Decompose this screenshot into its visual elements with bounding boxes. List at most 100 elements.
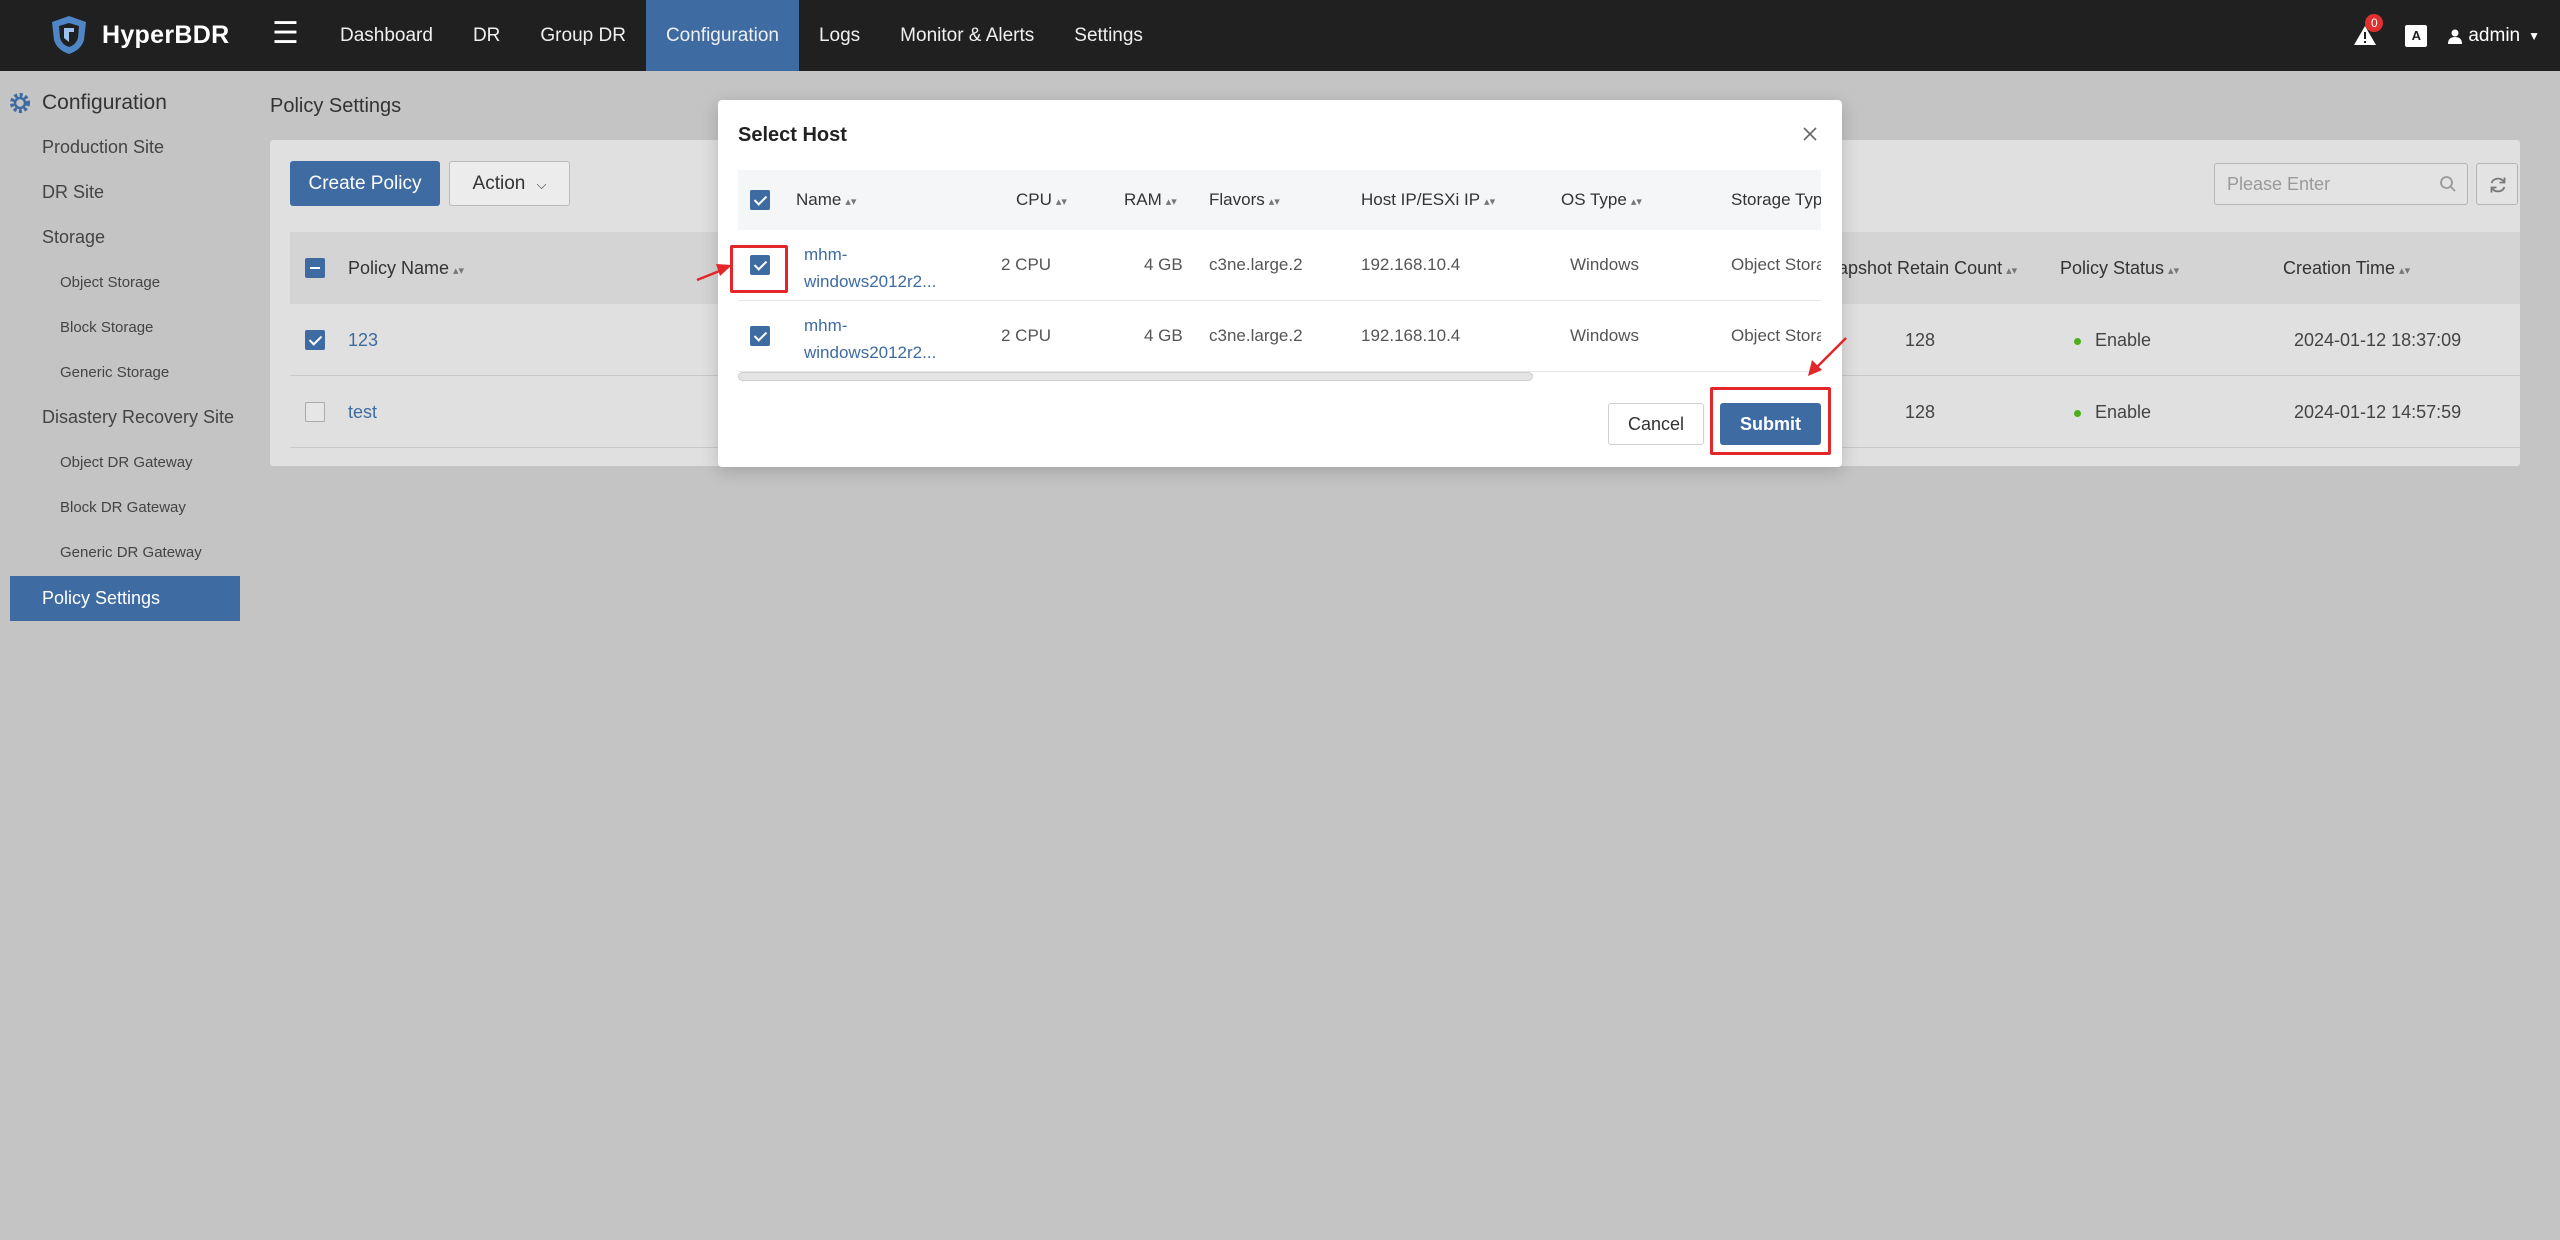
col-host-ip[interactable]: Host IP/ESXi IP ▴▾ bbox=[1361, 190, 1495, 210]
col-ram[interactable]: RAM ▴▾ bbox=[1124, 190, 1177, 210]
col-name[interactable]: Name ▴▾ bbox=[796, 190, 856, 210]
page-title: Policy Settings bbox=[270, 95, 402, 117]
sort-icon: ▴▾ bbox=[845, 196, 857, 208]
app-name: HyperBDR bbox=[102, 20, 230, 49]
sort-icon: ▴▾ bbox=[1268, 196, 1280, 208]
sort-icon: ▴▾ bbox=[2168, 265, 2180, 277]
app-logo[interactable]: HyperBDR bbox=[48, 14, 229, 56]
host-storage: Object Stora bbox=[1731, 326, 1821, 345]
create-policy-button[interactable]: Create Policy bbox=[290, 161, 440, 206]
user-name: admin bbox=[2468, 24, 2521, 46]
nav-dr[interactable]: DR bbox=[453, 0, 520, 71]
nav-settings[interactable]: Settings bbox=[1054, 0, 1163, 71]
sidebar-item-generic-dr-gateway[interactable]: Generic DR Gateway bbox=[60, 544, 202, 561]
hyperbdr-shield-icon bbox=[52, 16, 86, 54]
col-os-type[interactable]: OS Type ▴▾ bbox=[1561, 190, 1642, 210]
cancel-button[interactable]: Cancel bbox=[1608, 403, 1704, 445]
sidebar-item-production-site[interactable]: Production Site bbox=[42, 137, 164, 158]
alert-count-badge: 0 bbox=[2365, 13, 2384, 32]
host-flavor: c3ne.large.2 bbox=[1209, 255, 1303, 274]
sort-icon: ▴▾ bbox=[1630, 196, 1642, 208]
table-row[interactable]: mhm-windows2012r2... 2 CPU 4 GB c3ne.lar… bbox=[738, 301, 1821, 372]
refresh-button[interactable] bbox=[2476, 163, 2518, 205]
col-cpu[interactable]: CPU ▴▾ bbox=[1016, 190, 1067, 210]
policy-status: Enable bbox=[2074, 402, 2151, 423]
close-icon bbox=[1803, 127, 1817, 141]
chevron-down-icon: ▼ bbox=[2528, 28, 2540, 43]
sort-icon: ▴▾ bbox=[1484, 196, 1496, 208]
host-storage: Object Stora bbox=[1731, 255, 1821, 274]
dialog-title: Select Host bbox=[738, 124, 847, 146]
main-nav: Dashboard DR Group DR Configuration Logs… bbox=[320, 0, 1163, 71]
alert-button[interactable]: 0 bbox=[2353, 13, 2384, 48]
action-dropdown[interactable]: Action ⌵ bbox=[449, 161, 570, 206]
host-cpu: 2 CPU bbox=[1001, 255, 1052, 274]
host-name-link[interactable]: mhm-windows2012r2... bbox=[804, 241, 944, 295]
select-all-checkbox[interactable] bbox=[305, 258, 325, 278]
snapshot-retain-count: 128 bbox=[1905, 402, 1936, 422]
sort-icon: ▴▾ bbox=[2399, 265, 2411, 277]
table-row[interactable]: mhm-windows2012r2... 2 CPU 4 GB c3ne.lar… bbox=[738, 230, 1821, 301]
host-table[interactable]: Name ▴▾ CPU ▴▾ RAM ▴▾ Flavors ▴▾ Host IP/ESX… bbox=[738, 170, 1821, 382]
nav-group-dr[interactable]: Group DR bbox=[520, 0, 646, 71]
sort-icon: ▴▾ bbox=[1055, 196, 1067, 208]
row-checkbox[interactable] bbox=[305, 330, 325, 350]
status-dot bbox=[2074, 409, 2081, 417]
select-all-hosts-checkbox[interactable] bbox=[750, 190, 770, 210]
col-policy-name[interactable]: Policy Name ▴▾ bbox=[348, 258, 464, 279]
sidebar-header: Configuration bbox=[8, 91, 167, 115]
search-icon[interactable] bbox=[2439, 175, 2457, 193]
host-ip: 192.168.10.4 bbox=[1361, 255, 1461, 274]
gear-icon bbox=[10, 93, 30, 113]
host-ram: 4 GB bbox=[1144, 255, 1183, 274]
nav-monitor-alerts[interactable]: Monitor & Alerts bbox=[880, 0, 1054, 71]
col-policy-status[interactable]: Policy Status ▴▾ bbox=[2060, 258, 2179, 279]
host-os: Windows bbox=[1570, 255, 1639, 274]
snapshot-retain-count: 128 bbox=[1905, 330, 1936, 350]
col-flavors[interactable]: Flavors ▴▾ bbox=[1209, 190, 1280, 210]
policy-name-link[interactable]: 123 bbox=[348, 330, 378, 351]
host-row-checkbox[interactable] bbox=[750, 326, 770, 346]
host-table-header: Name ▴▾ CPU ▴▾ RAM ▴▾ Flavors ▴▾ Host IP/ESX… bbox=[738, 170, 1821, 230]
col-storage-type[interactable]: Storage Typ bbox=[1731, 190, 1821, 210]
sidebar-item-generic-storage[interactable]: Generic Storage bbox=[60, 364, 169, 381]
row-checkbox[interactable] bbox=[305, 402, 325, 422]
nav-configuration[interactable]: Configuration bbox=[645, 0, 799, 71]
nav-dashboard[interactable]: Dashboard bbox=[320, 0, 453, 71]
sidebar-item-object-dr-gateway[interactable]: Object DR Gateway bbox=[60, 454, 193, 471]
chevron-down-icon: ⌵ bbox=[536, 177, 547, 192]
sort-icon: ▴▾ bbox=[2006, 265, 2018, 277]
action-label: Action bbox=[472, 173, 526, 194]
search-input[interactable] bbox=[2215, 164, 2425, 204]
sidebar-item-block-dr-gateway[interactable]: Block DR Gateway bbox=[60, 499, 186, 516]
host-os: Windows bbox=[1570, 326, 1639, 345]
select-host-dialog: Select Host Name ▴▾ CPU ▴▾ RAM ▴▾ Flavors ▴▾… bbox=[718, 100, 1842, 467]
sidebar-item-dr-site[interactable]: DR Site bbox=[42, 182, 104, 203]
sidebar-item-block-storage[interactable]: Block Storage bbox=[60, 319, 153, 336]
horizontal-scrollbar[interactable] bbox=[738, 372, 1533, 381]
policy-name-link[interactable]: test bbox=[348, 402, 377, 423]
host-name-link[interactable]: mhm-windows2012r2... bbox=[804, 312, 944, 366]
host-ram: 4 GB bbox=[1144, 326, 1183, 345]
sidebar-item-policy-settings[interactable]: Policy Settings bbox=[10, 576, 240, 621]
language-icon[interactable]: A bbox=[2405, 24, 2428, 47]
host-flavor: c3ne.large.2 bbox=[1209, 326, 1303, 345]
hamburger-icon[interactable]: ☰ bbox=[272, 18, 299, 50]
host-cpu: 2 CPU bbox=[1001, 326, 1052, 345]
close-button[interactable] bbox=[1802, 126, 1818, 142]
user-icon bbox=[2448, 29, 2463, 44]
sidebar-item-disaster-recovery-site[interactable]: Disastery Recovery Site bbox=[42, 407, 234, 428]
sidebar: Configuration Production Site DR Site St… bbox=[0, 71, 250, 1240]
col-creation-time[interactable]: Creation Time ▴▾ bbox=[2283, 258, 2410, 279]
creation-time: 2024-01-12 18:37:09 bbox=[2294, 330, 2462, 350]
sidebar-item-storage[interactable]: Storage bbox=[42, 227, 105, 248]
user-menu[interactable]: admin ▼ bbox=[2447, 25, 2540, 47]
creation-time: 2024-01-12 14:57:59 bbox=[2294, 402, 2462, 422]
highlight-box-checkbox bbox=[730, 245, 788, 293]
sort-icon: ▴▾ bbox=[1165, 196, 1177, 208]
sidebar-item-object-storage[interactable]: Object Storage bbox=[60, 274, 160, 291]
highlight-box-submit bbox=[1710, 387, 1831, 455]
col-snapshot-retain-count[interactable]: apshot Retain Count ▴▾ bbox=[1838, 258, 2017, 279]
sort-icon: ▴▾ bbox=[453, 265, 465, 277]
nav-logs[interactable]: Logs bbox=[799, 0, 880, 71]
